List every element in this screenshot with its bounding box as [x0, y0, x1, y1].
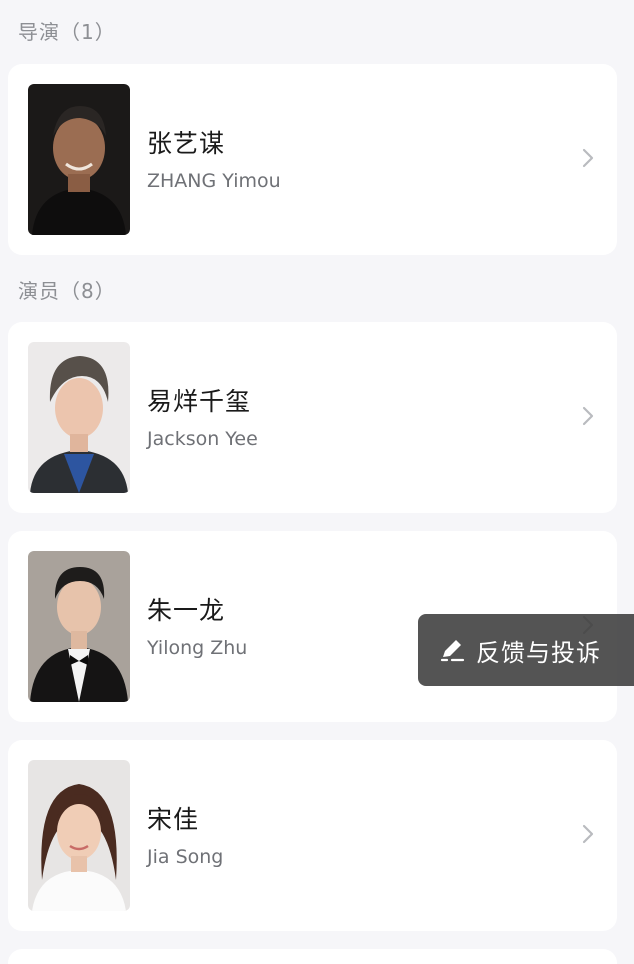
director-name-en: ZHANG Yimou	[147, 170, 281, 192]
director-photo	[28, 84, 130, 235]
cast-photo-3	[28, 760, 130, 911]
cast-name-cn-2: 朱一龙	[147, 596, 226, 625]
chevron-right-icon	[582, 406, 594, 426]
director-card[interactable]: 张艺谋 ZHANG Yimou	[8, 64, 617, 255]
cast-crew-page: 导演（1） 张艺谋 ZHANG Yimou 演员（8） 易烊千玺 Jackson…	[0, 0, 634, 964]
cast-card-4-partial[interactable]	[8, 949, 617, 964]
cast-name-cn-1: 易烊千玺	[147, 387, 252, 416]
cast-name-en-2: Yilong Zhu	[147, 637, 248, 659]
cast-name-cn-3: 宋佳	[147, 805, 200, 834]
feedback-label: 反馈与投诉	[476, 638, 601, 667]
edit-pencil-icon	[440, 640, 465, 662]
cast-photo-1	[28, 342, 130, 493]
director-name-cn: 张艺谋	[147, 129, 226, 158]
cast-photo-2	[28, 551, 130, 702]
cast-card-1[interactable]: 易烊千玺 Jackson Yee	[8, 322, 617, 513]
feedback-button[interactable]: 反馈与投诉	[418, 614, 634, 686]
cast-name-en-1: Jackson Yee	[147, 428, 258, 450]
chevron-right-icon	[582, 148, 594, 168]
chevron-right-icon	[582, 824, 594, 844]
cast-card-3[interactable]: 宋佳 Jia Song	[8, 740, 617, 931]
cast-name-en-3: Jia Song	[147, 846, 224, 868]
cast-section-header: 演员（8）	[18, 279, 116, 303]
director-section-header: 导演（1）	[18, 20, 116, 44]
